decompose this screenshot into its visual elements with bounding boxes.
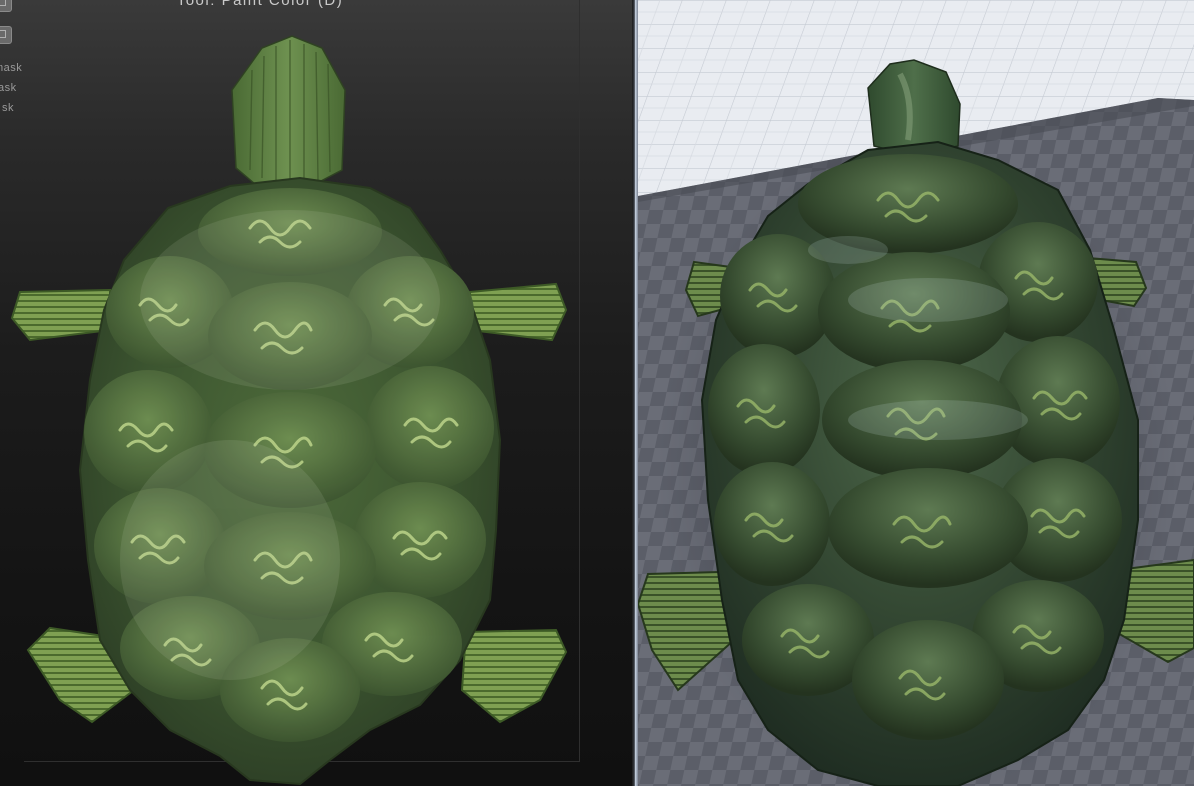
sculpt-viewport[interactable]: Tool: Paint Color (D) mask ask sk	[0, 0, 632, 786]
turtle-shell	[78, 176, 502, 786]
engine-scene	[638, 0, 1194, 786]
turtle-head	[231, 35, 346, 193]
turtle-model-left	[10, 35, 568, 786]
flipper-front-left	[10, 288, 111, 342]
turtle-shell	[700, 140, 1139, 786]
flipper-back-right	[460, 628, 568, 724]
shell-scutes	[708, 154, 1122, 740]
engine-viewport[interactable]	[638, 0, 1194, 786]
turtle-head	[867, 59, 961, 157]
flipper-front-right	[469, 282, 568, 342]
